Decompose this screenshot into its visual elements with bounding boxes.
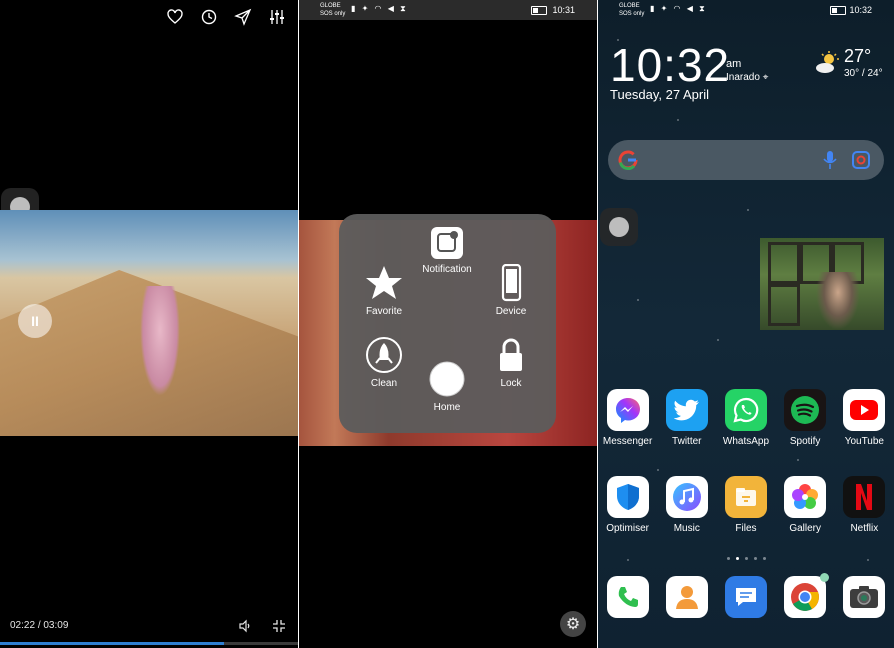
partly-cloudy-icon	[816, 51, 839, 73]
total-time: 03:09	[43, 620, 69, 631]
assistive-touch-button[interactable]	[600, 208, 638, 246]
send-icon[interactable]	[234, 8, 252, 26]
current-time: 02:22	[10, 620, 36, 631]
whatsapp-icon	[724, 389, 767, 431]
volume-icon[interactable]	[238, 619, 254, 635]
battery-icon	[531, 6, 547, 15]
dock	[598, 573, 894, 618]
notification-button[interactable]: Notification	[412, 226, 482, 275]
music-note-icon	[665, 476, 708, 518]
app-gallery[interactable]: Gallery	[777, 476, 833, 534]
clock-widget-time[interactable]: 10:32	[610, 38, 730, 92]
status-time: 10:31	[552, 5, 575, 15]
clock-location: Inarado ⌖	[726, 72, 769, 83]
shield-icon	[606, 476, 649, 518]
picture-in-picture-video[interactable]	[760, 238, 884, 330]
location-pin-icon: ⌖	[762, 72, 769, 83]
google-logo-icon	[618, 150, 638, 170]
weather-range: 30° / 24°	[844, 68, 883, 79]
google-search-bar[interactable]	[608, 140, 884, 180]
message-icon	[724, 576, 767, 618]
weather-temp[interactable]: 27°	[844, 46, 871, 67]
app-netflix[interactable]: Netflix	[836, 476, 892, 534]
exit-fullscreen-icon[interactable]	[272, 619, 288, 635]
lock-button[interactable]: Lock	[476, 336, 546, 389]
phone-icon	[606, 576, 649, 618]
app-spotify[interactable]: Spotify	[777, 389, 833, 447]
home-circle-icon	[429, 361, 465, 397]
camera-icon	[843, 576, 886, 618]
assistive-menu-panel: GLOBE SOS only ▮ ✦ ◠ ◀ ⧗ 10:31 Notificat…	[299, 0, 597, 648]
twitter-icon	[665, 389, 708, 431]
chrome-icon	[784, 573, 830, 618]
app-row-1: Messenger Twitter WhatsApp Spotify YouTu…	[598, 389, 894, 447]
battery-icon	[830, 6, 846, 15]
dock-camera[interactable]	[836, 576, 892, 618]
playback-time: 02:22 / 03:09	[10, 620, 69, 631]
app-music[interactable]: Music	[659, 476, 715, 534]
pause-button[interactable]: II	[18, 304, 52, 338]
clock-icon[interactable]	[200, 8, 218, 26]
rocket-icon	[366, 337, 402, 373]
player-toolbar	[166, 8, 286, 26]
app-whatsapp[interactable]: WhatsApp	[718, 389, 774, 447]
dock-contacts[interactable]	[659, 576, 715, 618]
gear-icon[interactable]: ⚙	[560, 611, 586, 637]
status-time: 10:32	[849, 5, 872, 15]
contacts-icon	[665, 576, 708, 618]
home-button[interactable]: Home	[412, 360, 482, 413]
clock-ampm: am	[726, 58, 742, 70]
youtube-icon	[843, 389, 886, 431]
spotify-icon	[784, 389, 827, 431]
dock-messages[interactable]	[718, 576, 774, 618]
pause-icon: II	[31, 313, 39, 329]
app-row-2: Optimiser Music Files Gallery Netflix	[598, 476, 894, 534]
mic-icon	[823, 151, 837, 169]
clock-date: Tuesday, 27 April	[610, 87, 709, 102]
carrier-label: GLOBE SOS only	[320, 3, 346, 17]
messenger-icon	[606, 389, 649, 431]
heart-icon[interactable]	[166, 8, 184, 26]
notification-icon	[431, 227, 463, 259]
carrier-label: GLOBE SOS only	[619, 3, 645, 17]
progress-fill	[0, 642, 224, 645]
device-button[interactable]: Device	[476, 264, 546, 317]
page-indicator[interactable]	[598, 557, 894, 560]
app-youtube[interactable]: YouTube	[836, 389, 892, 447]
dock-phone[interactable]	[600, 576, 656, 618]
app-twitter[interactable]: Twitter	[659, 389, 715, 447]
gallery-flower-icon	[784, 476, 827, 518]
signal-icons: ▮ ✦ ◠ ◀ ⧗	[650, 4, 707, 13]
netflix-icon	[843, 476, 886, 518]
video-player-panel: II 02:22 / 03:09	[0, 0, 298, 648]
dock-chrome[interactable]	[777, 573, 833, 618]
progress-bar[interactable]	[0, 642, 298, 645]
home-screen-panel: GLOBE SOS only ▮ ✦ ◠ ◀ ⧗ 10:32 10:32 am …	[598, 0, 894, 648]
app-files[interactable]: Files	[718, 476, 774, 534]
favorite-button[interactable]: Favorite	[349, 264, 419, 317]
status-bar: GLOBE SOS only ▮ ✦ ◠ ◀ ⧗ 10:32	[598, 0, 894, 20]
woman-figure	[140, 286, 180, 396]
settings-sliders-icon[interactable]	[268, 8, 286, 26]
lock-icon	[500, 338, 522, 371]
app-messenger[interactable]: Messenger	[600, 389, 656, 447]
folder-icon	[724, 476, 767, 518]
app-optimiser[interactable]: Optimiser	[600, 476, 656, 534]
assistive-touch-menu: Notification Favorite Device Clean Home …	[339, 214, 556, 433]
lens-icon	[852, 151, 870, 169]
status-bar: GLOBE SOS only ▮ ✦ ◠ ◀ ⧗ 10:31	[299, 0, 597, 20]
device-icon	[501, 264, 522, 302]
clean-button[interactable]: Clean	[349, 336, 419, 389]
notification-dot	[820, 573, 830, 582]
signal-icons: ▮ ✦ ◠ ◀ ⧗	[351, 4, 408, 13]
star-icon	[366, 266, 402, 299]
